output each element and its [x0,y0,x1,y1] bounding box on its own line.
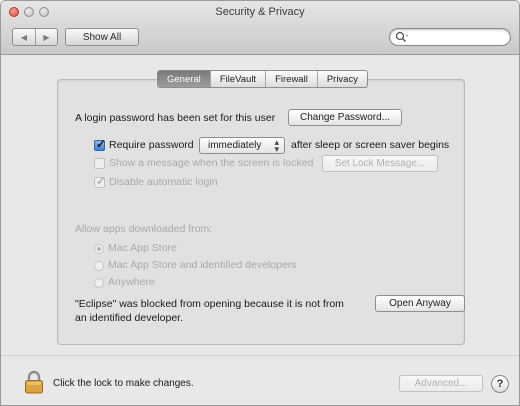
window-title: Security & Privacy [215,6,305,18]
lock-icon[interactable] [24,370,44,394]
advanced-button[interactable]: Advanced... [399,375,483,392]
require-password-label: Require password [109,139,194,151]
checkmark-icon: ✓ [96,174,107,188]
require-password-checkbox[interactable]: ✓ [94,137,107,151]
disable-auto-login-label: Disable automatic login [109,176,218,188]
tab-filevault[interactable]: FileVault [209,71,265,87]
search-icon [395,31,408,43]
help-button[interactable]: ? [491,375,509,393]
radio-anywhere[interactable] [94,278,104,288]
search-input[interactable] [410,30,506,44]
show-message-label: Show a message when the screen is locked [109,157,314,169]
login-password-text: A login password has been set for this u… [75,112,276,124]
tab-privacy[interactable]: Privacy [316,71,367,87]
radio-mac-app-store-label: Mac App Store [108,242,177,254]
footer-divider [1,355,519,356]
show-message-checkbox[interactable] [94,158,105,169]
popup-arrows-icon: ▴ ▾ [274,137,279,154]
popup-selected-value: immediately [208,140,262,151]
checkmark-icon: ✓ [96,137,107,151]
forward-button[interactable]: ▶ [35,29,57,45]
allow-apps-heading: Allow apps downloaded from: [75,223,213,235]
back-forward-control: ◀ ▶ [12,28,58,46]
show-all-button[interactable]: Show All [65,28,139,46]
radio-identified-developers-label: Mac App Store and identified developers [108,259,297,271]
after-sleep-text: after sleep or screen saver begins [291,139,450,151]
preferences-window: Security & Privacy ◀ ▶ Show All General … [0,0,520,406]
set-lock-message-button[interactable]: Set Lock Message... [322,155,438,172]
tab-bar: General FileVault Firewall Privacy [157,70,368,88]
back-button[interactable]: ◀ [13,29,35,45]
radio-anywhere-label: Anywhere [108,276,155,288]
change-password-button[interactable]: Change Password... [288,109,402,126]
lock-text: Click the lock to make changes. [53,378,194,389]
require-password-delay-popup[interactable]: immediately ▴ ▾ [199,137,285,154]
tab-general[interactable]: General [158,71,210,87]
search-field[interactable] [389,28,511,46]
titlebar: Security & Privacy ◀ ▶ Show All [1,1,519,55]
open-anyway-button[interactable]: Open Anyway [375,295,465,312]
radio-mac-app-store[interactable] [94,244,104,254]
radio-identified-developers[interactable] [94,261,104,271]
blocked-message-line1: "Eclipse" was blocked from opening becau… [75,298,344,310]
tab-firewall[interactable]: Firewall [265,71,317,87]
blocked-message-line2: an identified developer. [75,312,183,324]
disable-auto-login-checkbox[interactable]: ✓ [94,174,107,188]
